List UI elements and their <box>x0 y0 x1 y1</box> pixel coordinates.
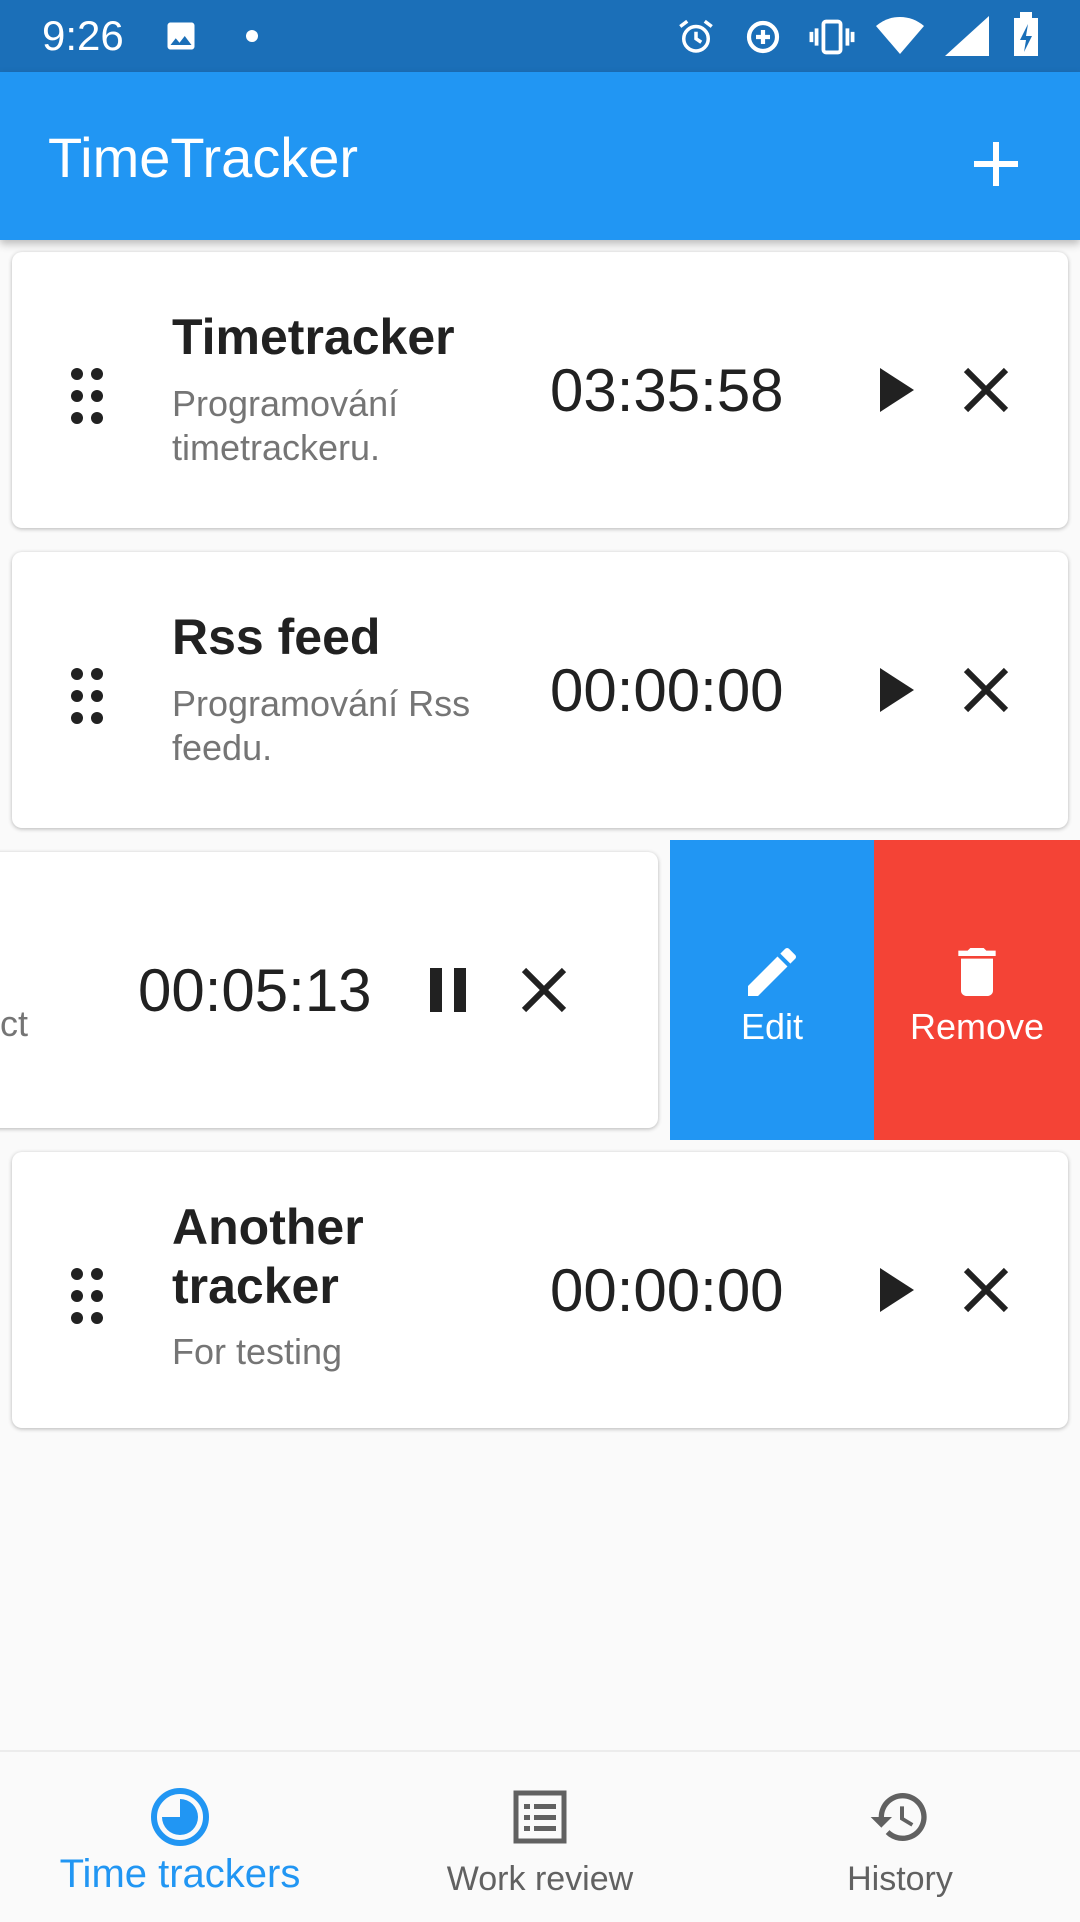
nav-label: Time trackers <box>59 1852 301 1896</box>
vibrate-icon <box>809 19 855 55</box>
tracker-name: Another tracker <box>172 1199 364 1314</box>
nav-time-trackers[interactable]: Time trackers <box>0 1752 360 1922</box>
history-icon <box>870 1793 927 1841</box>
play-icon[interactable] <box>862 1258 926 1322</box>
play-icon[interactable] <box>862 358 926 422</box>
tracker-card[interactable]: Another tracker For testing 00:00:00 <box>12 1152 1068 1428</box>
play-icon[interactable] <box>862 658 926 722</box>
signal-icon <box>945 16 989 56</box>
remove-action-button[interactable]: Remove <box>874 840 1080 1140</box>
tracker-card[interactable]: Timetracker Programování timetrackeru. 0… <box>12 252 1068 528</box>
timer-icon <box>151 1788 209 1846</box>
alarm-icon <box>679 19 713 53</box>
close-icon[interactable] <box>954 658 1018 722</box>
add-tracker-button[interactable] <box>960 128 1032 200</box>
nav-history[interactable]: History <box>720 1752 1080 1922</box>
app-title: TimeTracker <box>48 126 359 189</box>
data-saver-icon <box>746 20 780 54</box>
add-icon <box>974 142 1018 186</box>
drag-handle-icon[interactable] <box>67 666 107 726</box>
battery-charging-icon <box>1014 12 1038 56</box>
drag-handle-icon[interactable] <box>67 366 107 426</box>
status-bar: 9:26 <box>0 0 1080 72</box>
image-icon <box>167 22 195 50</box>
edit-label: Edit <box>740 1006 804 1047</box>
pencil-icon <box>748 947 797 996</box>
app-bar: TimeTracker <box>0 72 1080 240</box>
tracker-time: 00:00:00 <box>550 657 784 724</box>
tracker-description: Programování Rss feedu. <box>172 683 471 768</box>
remove-label: Remove <box>909 1006 1045 1047</box>
tracker-time: 03:35:58 <box>550 357 784 424</box>
tracker-name: Timetracker <box>172 309 455 365</box>
tracker-description: For testing <box>172 1331 343 1372</box>
tracker-card-swiped[interactable]: ct 00:05:13 <box>0 852 658 1128</box>
edit-action-button[interactable]: Edit <box>670 840 874 1140</box>
bottom-navigation: Time trackers Work review History <box>0 1750 1080 1922</box>
tracker-description: Programování timetrackeru. <box>172 383 399 468</box>
tracker-time: 00:00:00 <box>550 1257 784 1324</box>
close-icon[interactable] <box>954 358 1018 422</box>
list-icon <box>513 1790 567 1844</box>
drag-handle-icon[interactable] <box>67 1266 107 1326</box>
tracker-name: Rss feed <box>172 609 381 665</box>
pause-icon[interactable] <box>416 958 480 1022</box>
tracker-description-partial: ct <box>0 1003 29 1044</box>
notification-dot-icon <box>246 30 258 42</box>
status-time: 9:26 <box>42 12 124 59</box>
wifi-icon <box>876 17 924 54</box>
close-icon[interactable] <box>954 1258 1018 1322</box>
nav-work-review[interactable]: Work review <box>360 1752 720 1922</box>
tracker-card[interactable]: Rss feed Programování Rss feedu. 00:00:0… <box>12 552 1068 828</box>
trash-icon <box>958 948 996 996</box>
tracker-time: 00:05:13 <box>138 957 372 1024</box>
nav-label: History <box>847 1860 953 1898</box>
close-icon[interactable] <box>512 958 576 1022</box>
nav-label: Work review <box>446 1860 634 1898</box>
